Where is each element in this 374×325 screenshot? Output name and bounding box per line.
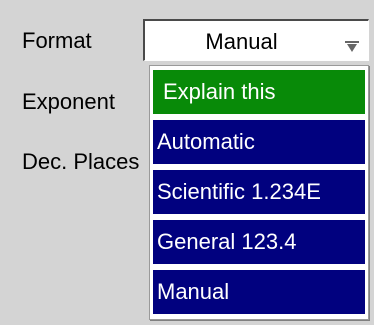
exponent-label: Exponent [22,89,115,114]
scientific-option[interactable]: Scientific 1.234E [153,170,365,214]
format-select-value: Manual [205,29,278,54]
general-option[interactable]: General 123.4 [153,220,365,264]
format-label: Format [22,28,92,53]
automatic-option[interactable]: Automatic [153,120,365,164]
dropdown-arrow-icon[interactable] [344,41,360,53]
manual-option[interactable]: Manual [153,270,365,314]
format-select[interactable]: Manual [143,19,369,61]
decimal-places-label: Dec. Places [22,149,140,174]
format-dropdown-menu: Explain this Automatic Scientific 1.234E… [149,65,369,320]
explain-this-option[interactable]: Explain this [153,70,365,114]
